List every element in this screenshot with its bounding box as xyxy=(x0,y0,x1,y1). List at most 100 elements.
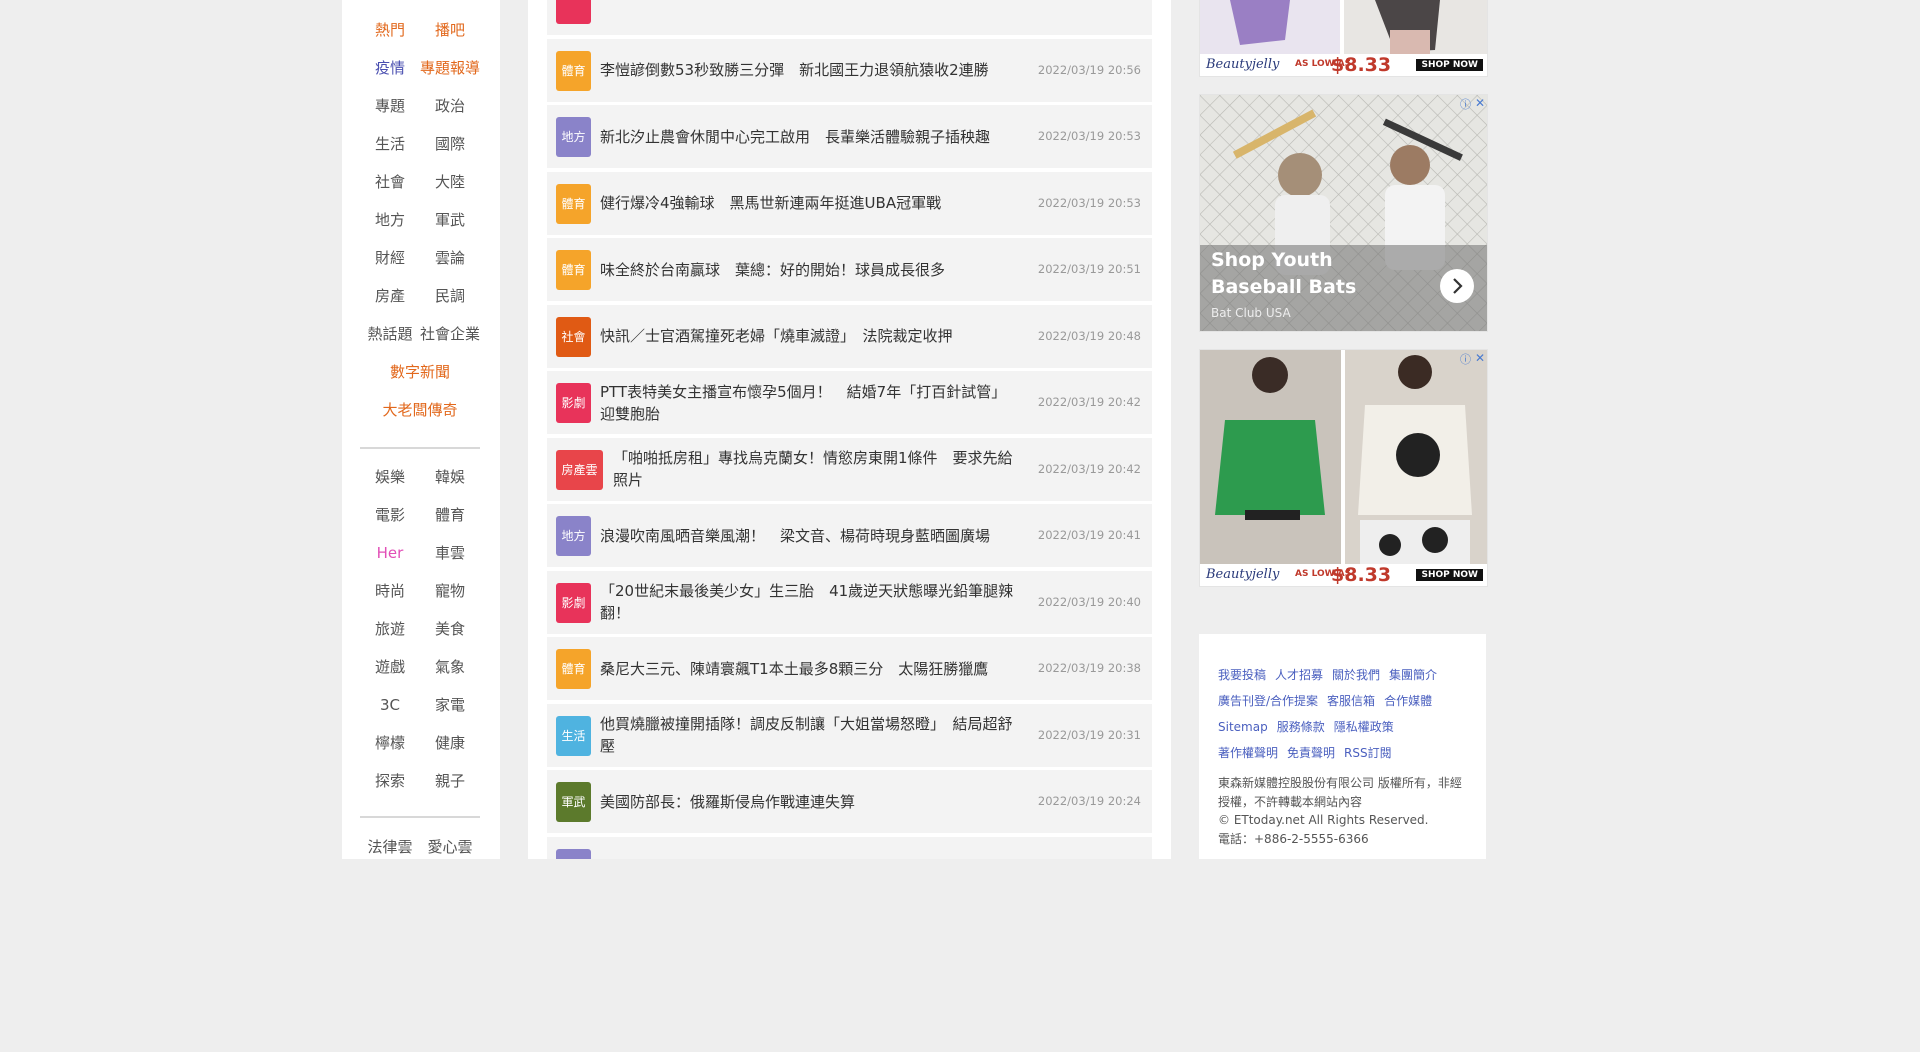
sidebar-nav-link[interactable]: Her xyxy=(377,534,404,572)
sidebar-nav-link[interactable]: 旅遊 xyxy=(375,610,405,648)
news-item[interactable]: 影劇 「20世紀末最後美少女」生三胎 41歲逆天狀態曝光鉛筆腿辣翻！ 2022/03… xyxy=(547,570,1152,634)
sidebar-nav-link[interactable]: 探索 xyxy=(375,762,405,800)
sidebar-nav-link[interactable]: 民調 xyxy=(435,277,465,315)
sidebar-nav-link[interactable]: 疫情 xyxy=(375,49,405,87)
sidebar-nav-link[interactable]: 財經 xyxy=(375,239,405,277)
footer-link[interactable]: 客服信箱 xyxy=(1327,694,1375,708)
sidebar-nav-link[interactable]: 法律雲 xyxy=(367,828,412,859)
sidebar-nav-link[interactable]: 播吧 xyxy=(435,11,465,49)
sidebar-nav-link[interactable]: 大陸 xyxy=(435,163,465,201)
category-badge[interactable] xyxy=(556,0,591,24)
sidebar-nav-link[interactable]: 電影 xyxy=(375,496,405,534)
news-item[interactable]: 房產雲 「啪啪抵房租」專找烏克蘭女！情慾房東開1條件 要求先給照片 2022/03/… xyxy=(547,437,1152,501)
news-headline[interactable]: 浪漫吹南風晒音樂風潮！ 梁文音、楊荷時現身藍晒圖廣場 xyxy=(600,525,1020,547)
news-headline[interactable]: 味全終於台南贏球 葉總：好的開始！球員成長很多 xyxy=(600,259,1020,281)
sidebar-nav-link[interactable]: 健康 xyxy=(435,724,465,762)
footer-link[interactable]: Sitemap xyxy=(1218,720,1268,734)
sidebar-nav-link[interactable]: 檸檬 xyxy=(375,724,405,762)
news-item[interactable]: 體育 健行爆冷4強輸球 黑馬世新連兩年挺進UBA冠軍戰 2022/03/19 20:… xyxy=(547,171,1152,235)
sidebar-nav-link[interactable]: 娛樂 xyxy=(375,458,405,496)
footer-link[interactable]: 我要投稿 xyxy=(1218,668,1266,682)
news-headline[interactable]: 桑尼大三元、陳靖寰飆T1本土最多8顆三分 太陽狂勝獵鷹 xyxy=(600,658,1020,680)
sidebar-nav-link[interactable]: 車雲 xyxy=(435,534,465,572)
ad-close-icon[interactable]: ✕ xyxy=(1475,351,1485,365)
news-headline[interactable]: 李愷諺倒數53秒致勝三分彈 新北國王力退領航猿收2連勝 xyxy=(600,59,1020,81)
sidebar-nav-link[interactable]: 親子 xyxy=(435,762,465,800)
footer-link[interactable]: RSS訂閱 xyxy=(1344,746,1392,760)
ad-banner-clothing-top[interactable]: Beautyjelly AS LOW AS $8.33 SHOP NOW xyxy=(1199,0,1488,77)
news-item[interactable]: 社會 快訊／士官酒駕撞死老婦「燒車滅證」 法院裁定收押 2022/03/19 20:… xyxy=(547,304,1152,368)
sidebar-nav-link[interactable]: 國際 xyxy=(435,125,465,163)
sidebar-nav-link[interactable]: 韓娛 xyxy=(435,458,465,496)
sidebar-nav-link[interactable]: 3C xyxy=(380,686,400,724)
news-item[interactable]: 體育 味全終於台南贏球 葉總：好的開始！球員成長很多 2022/03/19 20:5… xyxy=(547,238,1152,301)
sidebar-nav-link[interactable]: 大老闆傳奇 xyxy=(382,391,457,429)
ad-info-icon[interactable]: ⓘ xyxy=(1460,96,1471,112)
footer-link[interactable]: 隱私權政策 xyxy=(1334,720,1394,734)
news-headline[interactable]: 「20世紀末最後美少女」生三胎 41歲逆天狀態曝光鉛筆腿辣翻！ xyxy=(600,580,1020,624)
shop-now-button[interactable]: SHOP NOW xyxy=(1416,59,1483,71)
sidebar-nav-link[interactable]: 遊戲 xyxy=(375,648,405,686)
news-item[interactable]: 地方 浪漫吹南風晒音樂風潮！ 梁文音、楊荷時現身藍晒圖廣場 2022/03/19 2… xyxy=(547,504,1152,567)
sidebar-nav-link[interactable]: 寵物 xyxy=(435,572,465,610)
sidebar-nav-link[interactable]: 地方 xyxy=(375,201,405,239)
news-headline[interactable]: 太平溪河堤友善步道光明段完工 台東縣長與鄉親一起體驗 xyxy=(600,857,1020,859)
footer-link[interactable]: 廣告刊登/合作提案 xyxy=(1218,694,1318,708)
category-badge[interactable]: 地方 xyxy=(556,516,591,556)
news-headline[interactable]: PTT表特美女主播宣布懷孕5個月！ 結婚7年「打百針試管」迎雙胞胎 xyxy=(600,381,1020,425)
sidebar-nav-link[interactable]: 社會企業 xyxy=(420,315,480,353)
sidebar-nav-link[interactable]: 生活 xyxy=(375,125,405,163)
category-badge[interactable]: 影劇 xyxy=(556,582,591,623)
news-item[interactable]: 地方 新北汐止農會休閒中心完工啟用 長輩樂活體驗親子插秧趣 2022/03/19 2… xyxy=(547,105,1152,168)
category-badge[interactable]: 生活 xyxy=(556,715,591,756)
category-badge[interactable]: 房產雲 xyxy=(556,449,603,490)
ad-info-icon[interactable]: ⓘ xyxy=(1460,351,1471,367)
news-item[interactable]: 地方太平溪河堤友善步道光明段完工 台東縣長與鄉親一起體驗 2022/03/19 2… xyxy=(547,836,1152,859)
sidebar-nav-link[interactable]: 愛心雲 xyxy=(427,828,472,859)
sidebar-nav-link[interactable]: 體育 xyxy=(435,496,465,534)
news-headline[interactable]: 健行爆冷4強輸球 黑馬世新連兩年挺進UBA冠軍戰 xyxy=(600,192,1020,214)
category-badge[interactable]: 體育 xyxy=(556,250,591,290)
ad-banner-baseball[interactable]: ⓘ ✕ Shop Youth Baseball Bats Bat Club US… xyxy=(1199,94,1488,332)
news-headline[interactable]: 他買燒臘被撞開插隊！調皮反制讓「大姐當場怒瞪」 結局超舒壓 xyxy=(600,713,1020,757)
sidebar-nav-link[interactable]: 熱話題 xyxy=(367,315,412,353)
category-badge[interactable]: 體育 xyxy=(556,183,591,224)
footer-link[interactable]: 關於我們 xyxy=(1332,668,1380,682)
footer-link[interactable]: 免責聲明 xyxy=(1287,746,1335,760)
news-item[interactable]: 生活 他買燒臘被撞開插隊！調皮反制讓「大姐當場怒瞪」 結局超舒壓 2022/03/1… xyxy=(547,703,1152,767)
footer-link[interactable]: 服務條款 xyxy=(1277,720,1325,734)
category-badge[interactable]: 地方 xyxy=(556,848,591,859)
category-badge[interactable]: 社會 xyxy=(556,316,591,357)
ad-next-button[interactable] xyxy=(1440,269,1474,303)
sidebar-nav-link[interactable]: 熱門 xyxy=(375,11,405,49)
news-item[interactable] xyxy=(547,0,1152,35)
footer-link[interactable]: 合作媒體 xyxy=(1384,694,1432,708)
footer-link[interactable]: 集團簡介 xyxy=(1389,668,1437,682)
news-headline[interactable]: 快訊／士官酒駕撞死老婦「燒車滅證」 法院裁定收押 xyxy=(600,325,1020,347)
news-headline[interactable]: 「啪啪抵房租」專找烏克蘭女！情慾房東開1條件 要求先給照片 xyxy=(613,447,1023,491)
news-item[interactable]: 軍武 美國防部長：俄羅斯侵烏作戰連連失算 2022/03/19 20:24 xyxy=(547,770,1152,833)
category-badge[interactable]: 地方 xyxy=(556,117,591,157)
sidebar-nav-link[interactable]: 社會 xyxy=(375,163,405,201)
news-item[interactable]: 體育 李愷諺倒數53秒致勝三分彈 新北國王力退領航猿收2連勝 2022/03/19 … xyxy=(547,38,1152,102)
sidebar-nav-link[interactable]: 雲論 xyxy=(435,239,465,277)
sidebar-nav-link[interactable]: 軍武 xyxy=(435,201,465,239)
sidebar-nav-link[interactable]: 美食 xyxy=(435,610,465,648)
footer-link[interactable]: 著作權聲明 xyxy=(1218,746,1278,760)
sidebar-nav-link[interactable]: 專題報導 xyxy=(420,49,480,87)
footer-link[interactable]: 人才招募 xyxy=(1275,668,1323,682)
news-headline[interactable]: 美國防部長：俄羅斯侵烏作戰連連失算 xyxy=(600,791,1020,813)
ad-close-icon[interactable]: ✕ xyxy=(1475,96,1485,110)
sidebar-nav-link[interactable]: 數字新聞 xyxy=(390,353,450,391)
category-badge[interactable]: 體育 xyxy=(556,649,591,689)
sidebar-nav-link[interactable]: 房產 xyxy=(375,277,405,315)
sidebar-nav-link[interactable]: 時尚 xyxy=(375,572,405,610)
news-item[interactable]: 體育 桑尼大三元、陳靖寰飆T1本土最多8顆三分 太陽狂勝獵鷹 2022/03/19 … xyxy=(547,637,1152,700)
category-badge[interactable]: 影劇 xyxy=(556,383,591,423)
sidebar-nav-link[interactable]: 氣象 xyxy=(435,648,465,686)
shop-now-button[interactable]: SHOP NOW xyxy=(1416,569,1483,581)
category-badge[interactable]: 體育 xyxy=(556,50,591,91)
sidebar-nav-link[interactable]: 專題 xyxy=(375,87,405,125)
ad-banner-clothing[interactable]: ⓘ ✕ Beautyjelly AS LOW AS $8.33 SHOP NOW xyxy=(1199,349,1488,587)
category-badge[interactable]: 軍武 xyxy=(556,782,591,822)
